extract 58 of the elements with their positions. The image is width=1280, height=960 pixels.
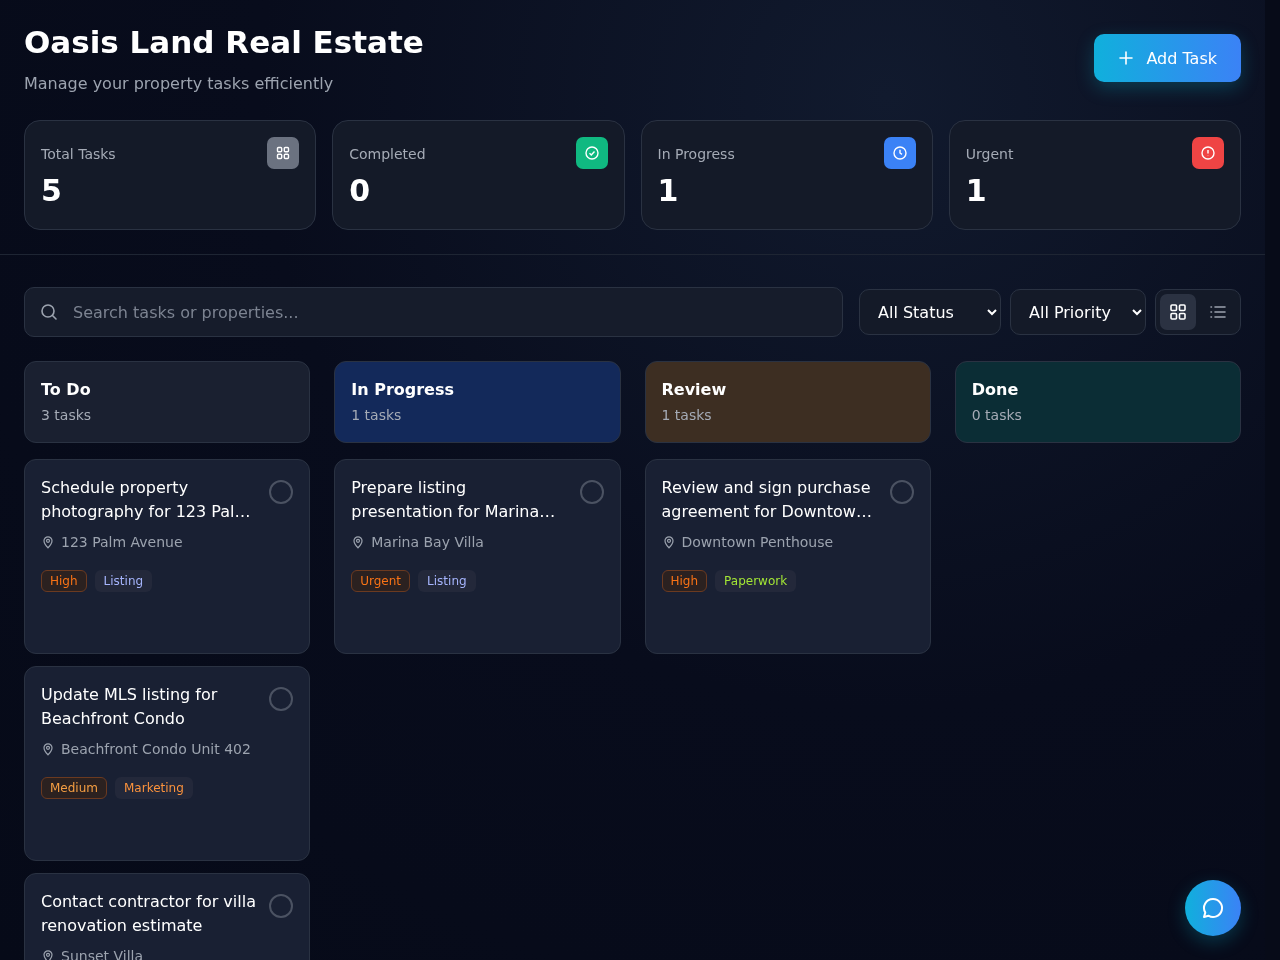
column-title: To Do — [41, 380, 92, 399]
plus-icon — [1118, 50, 1135, 66]
grid-view-button[interactable] — [1160, 294, 1196, 330]
category-tag: Listing — [418, 570, 476, 592]
grid-icon — [1168, 302, 1188, 322]
stat-value: 5 — [41, 173, 63, 208]
task-card[interactable]: Update MLS listing for Beachfront Condo Beachfront Condo Unit 402 Medium Marketing — [24, 666, 311, 861]
stat-value: 0 — [349, 173, 372, 208]
priority-tag: Urgent — [351, 570, 411, 592]
location-pin-icon — [41, 742, 55, 756]
priority-select[interactable]: All Priority — [1010, 289, 1146, 335]
task-title: Contact contractor for villa renovation estimate — [41, 891, 257, 937]
property-name: Beachfront Condo Unit 402 — [61, 741, 251, 757]
stat-label: Total Tasks — [41, 146, 116, 162]
priority-tag: High — [41, 570, 87, 592]
task-title: Schedule property photography for 123 Pal… — [41, 477, 252, 523]
chat-bubble-icon — [1200, 895, 1226, 921]
search-field[interactable]: Search tasks or properties... — [24, 287, 843, 337]
task-card[interactable]: Prepare listing presentation for Marina… Marina Bay Villa Urgent Listing — [334, 459, 621, 654]
task-card[interactable]: Schedule property photography for 123 Pal… 123 Palm Avenue High Listing — [24, 459, 311, 654]
task-count: 1 tasks — [351, 407, 403, 423]
property-name: Downtown Penthouse — [681, 534, 834, 550]
task-count: 1 tasks — [661, 407, 713, 423]
category-tag: Marketing — [115, 777, 193, 799]
priority-tag: High — [661, 570, 708, 592]
stat-label: Urgent — [965, 146, 1014, 162]
category-tag: Paperwork — [715, 570, 797, 592]
app-title: Oasis Land Real Estate — [24, 24, 424, 60]
stat-value: 1 — [657, 173, 680, 208]
column-title: In Progress — [351, 380, 455, 399]
stat-value: 1 — [965, 173, 988, 208]
task-checkbox[interactable] — [579, 480, 604, 504]
task-card[interactable]: Review and sign purchase agreement for Downtow… Downtown Penthouse High Paperwork — [644, 459, 931, 654]
status-select[interactable]: All Status — [859, 289, 1001, 335]
priority-tag: Medium — [41, 777, 107, 799]
column-title: Review — [661, 380, 728, 399]
task-title: Update MLS listing for Beachfront Condo — [41, 684, 219, 730]
stat-label: Completed — [349, 146, 426, 162]
task-count: 0 tasks — [971, 407, 1023, 423]
task-checkbox[interactable] — [269, 480, 294, 504]
app-subtitle: Manage your property tasks efficiently — [24, 74, 335, 93]
task-title: Review and sign purchase agreement for Downtow… — [661, 477, 873, 523]
column-title: Done — [971, 380, 1020, 399]
location-pin-icon — [351, 535, 366, 549]
task-title: Prepare listing presentation for Marina… — [351, 477, 557, 523]
task-checkbox[interactable] — [269, 687, 294, 711]
location-pin-icon — [41, 535, 55, 549]
search-icon — [39, 302, 59, 322]
property-name: Marina Bay Villa — [371, 534, 484, 550]
location-pin-icon — [41, 949, 55, 960]
chat-button[interactable] — [1185, 880, 1241, 936]
category-tag: Listing — [94, 570, 153, 592]
stat-label: In Progress — [657, 146, 735, 162]
task-checkbox[interactable] — [269, 894, 294, 918]
task-count: 3 tasks — [41, 407, 93, 423]
property-name: 123 Palm Avenue — [61, 534, 183, 550]
location-pin-icon — [661, 535, 676, 549]
task-checkbox[interactable] — [889, 480, 914, 504]
